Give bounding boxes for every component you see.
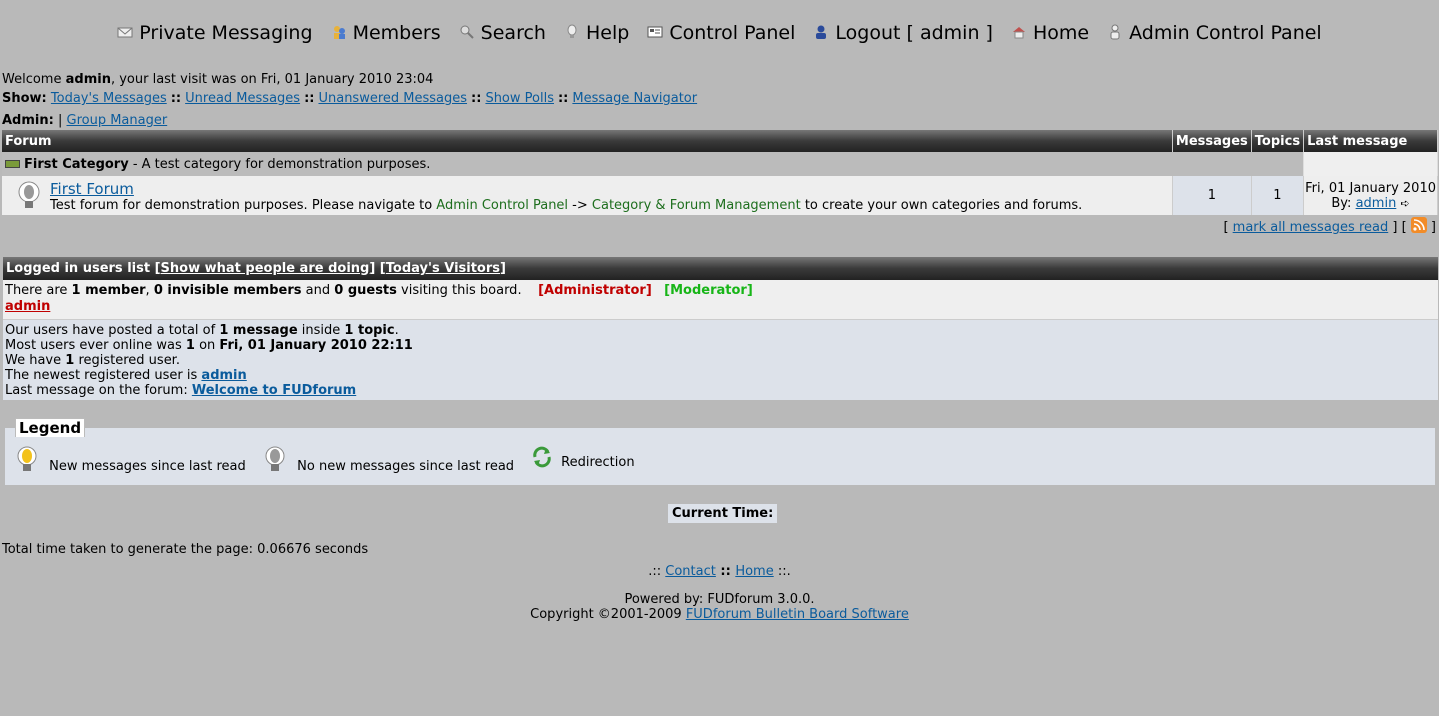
top-navigation: Private Messaging Members Search Help Co… [0,22,1439,44]
online-users-box: There are 1 member, 0 invisible members … [3,280,1438,319]
link-todays-messages[interactable]: Today's Messages [51,91,167,106]
fudforum-software-link[interactable]: FUDforum Bulletin Board Software [686,607,909,622]
last-message-user-link[interactable]: admin [1356,196,1397,211]
footer-links: .:: Contact :: Home ::. [648,564,791,579]
link-unread-messages[interactable]: Unread Messages [185,91,300,106]
home-icon [1012,27,1025,39]
forum-title-link[interactable]: First Forum [50,180,134,198]
legend-new-messages: New messages since last read [15,446,246,474]
new-messages-icon [17,446,37,471]
footer-home-link[interactable]: Home [735,564,773,579]
role-moderator: [Moderator] [664,283,753,298]
category-row: First Category - A test category for dem… [2,152,1438,176]
nav-search[interactable]: Search [459,22,546,44]
nav-help[interactable]: Help [564,22,629,44]
show-what-people-doing-link[interactable]: Show what people are doing [161,261,370,276]
category-name: First Category [24,156,129,172]
goto-last-message-icon[interactable]: ➪ [1400,197,1409,210]
online-user-admin-link[interactable]: admin [5,299,50,314]
forum-desc-link-category: Category & Forum Management [591,198,801,213]
nav-logout[interactable]: Logout [ admin ] [813,22,993,44]
welcome-line: Welcome admin, your last visit was on Fr… [2,72,434,87]
search-icon [460,25,474,39]
link-unanswered-messages[interactable]: Unanswered Messages [318,91,467,106]
current-time: Current Time: [668,504,778,523]
role-administrator: [Administrator] [538,283,652,298]
logged-in-users-header: Logged in users list [Show what people a… [3,257,1438,280]
logout-icon [816,25,827,39]
members-icon [333,26,345,39]
redirection-icon [533,446,551,468]
nav-private-messaging[interactable]: Private Messaging [117,22,313,44]
header-last-message: Last message [1303,130,1438,152]
newest-user-link[interactable]: admin [201,368,246,383]
no-new-messages-icon [18,181,40,208]
envelope-icon [117,27,133,38]
forum-table-header: Forum Messages Topics Last message [2,130,1438,152]
mark-all-read-link[interactable]: mark all messages read [1233,220,1389,235]
nav-admin-control-panel[interactable]: Admin Control Panel [1107,22,1322,44]
forum-row: First Forum Test forum for demonstration… [2,176,1438,215]
todays-visitors-link[interactable]: Today's Visitors [386,261,500,276]
header-forum: Forum [2,130,1173,152]
no-new-messages-icon [265,446,285,471]
rss-icon[interactable] [1410,217,1427,233]
copyright: Copyright ©2001-2009 FUDforum Bulletin B… [530,607,909,622]
legend-title: Legend [15,418,86,437]
nav-home[interactable]: Home [1011,22,1089,44]
legend-box: Legend New messages since last read No n… [5,418,1435,485]
legend-redirection: Redirection [531,446,635,470]
link-show-polls[interactable]: Show Polls [485,91,554,106]
footer-contact-link[interactable]: Contact [665,564,716,579]
nav-control-panel[interactable]: Control Panel [647,22,795,44]
header-messages: Messages [1172,130,1252,152]
admin-links: Admin: | Group Manager [2,113,168,128]
header-topics: Topics [1251,130,1305,152]
nav-members[interactable]: Members [331,22,441,44]
collapse-icon[interactable] [5,160,20,168]
link-message-navigator[interactable]: Message Navigator [572,91,697,106]
link-group-manager[interactable]: Group Manager [67,113,168,128]
forum-messages-count: 1 [1172,176,1252,215]
logged-in-users-panel: Logged in users list [Show what people a… [3,257,1438,400]
help-icon [567,24,577,38]
last-message-link[interactable]: Welcome to FUDforum [192,383,356,398]
generation-time: Total time taken to generate the page: 0… [2,542,369,557]
forum-table: Forum Messages Topics Last message First… [2,130,1438,215]
powered-by: Powered by: FUDforum 3.0.0. [624,592,815,607]
show-links: Show: Today's Messages:: Unread Messages:… [2,91,698,106]
control-panel-icon [647,26,663,38]
mark-read-bar: [ mark all messages read ] [ ] [1223,217,1436,235]
welcome-user: admin [65,72,111,87]
admin-icon [1110,24,1120,40]
forum-last-message: Fri, 01 January 2010 By: admin ➪ [1303,176,1438,215]
category-desc: - A test category for demonstration purp… [128,156,431,172]
forum-desc-link-admin: Admin Control Panel [436,198,569,213]
forum-topics-count: 1 [1251,176,1305,215]
forum-stats-box: Our users have posted a total of 1 messa… [3,319,1438,400]
legend-no-new-messages: No new messages since last read [263,446,514,474]
